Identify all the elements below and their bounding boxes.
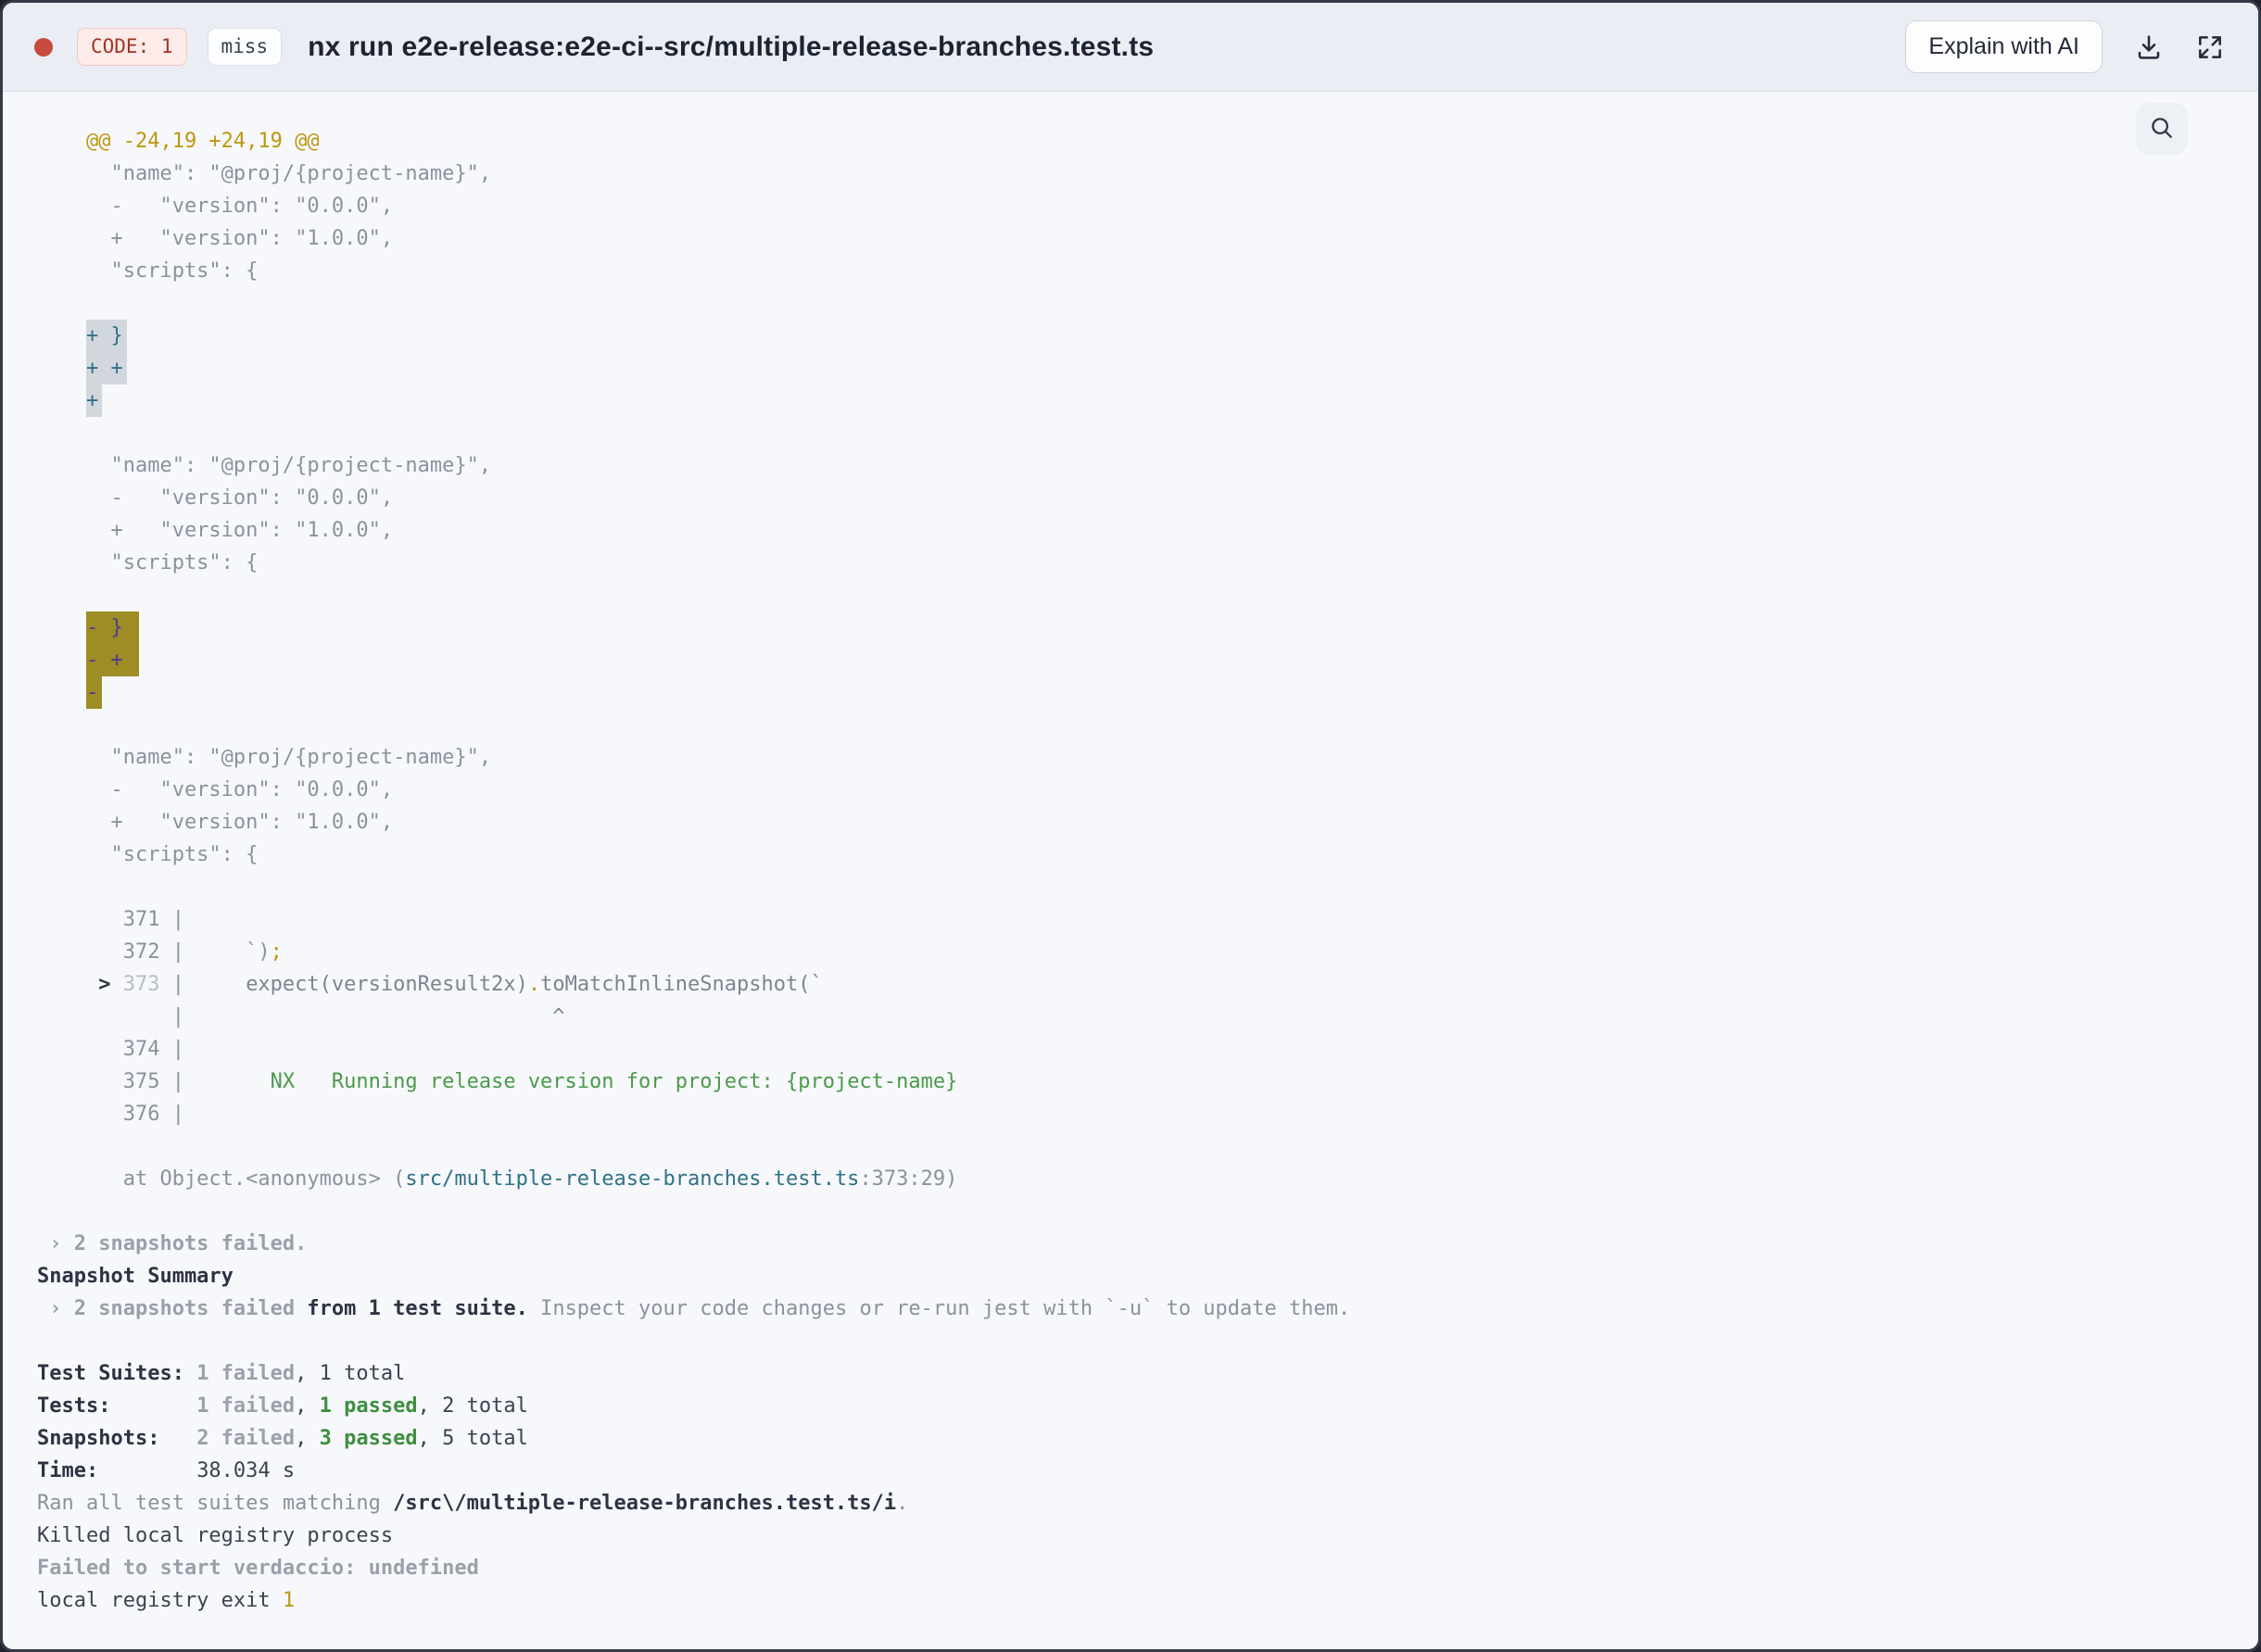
terminal-line: +: [37, 385, 2258, 417]
terminal-line: + "version": "1.0.0",: [37, 519, 394, 542]
log-body: @@ -24,19 +24,19 @@ "name": "@proj/{proj…: [3, 92, 2258, 1649]
terminal-line: Killed local registry process: [37, 1524, 394, 1547]
fullscreen-icon: [2195, 32, 2225, 62]
terminal-line: "scripts": {: [37, 843, 259, 866]
terminal-line: | ^: [37, 1005, 565, 1028]
cache-miss-badge: miss: [207, 28, 283, 66]
terminal-line: Failed to start verdaccio: undefined: [37, 1557, 479, 1580]
terminal-line: + +: [37, 352, 2258, 385]
terminal-line: Snapshot Summary: [37, 1265, 234, 1288]
download-log-button[interactable]: [2134, 32, 2164, 62]
terminal-output: @@ -24,19 +24,19 @@ "name": "@proj/{proj…: [3, 92, 2258, 1617]
terminal-line: - +: [37, 644, 2258, 676]
download-icon: [2134, 32, 2164, 62]
terminal-line: - "version": "0.0.0",: [37, 486, 394, 510]
terminal-line: Snapshots: 2 failed, 3 passed, 5 total: [37, 1427, 528, 1450]
terminal-line: - "version": "0.0.0",: [37, 195, 394, 218]
terminal-line: - "version": "0.0.0",: [37, 778, 394, 801]
exit-code-badge: CODE: 1: [77, 28, 187, 66]
terminal-line: "scripts": {: [37, 551, 259, 574]
terminal-line: "name": "@proj/{project-name}",: [37, 746, 492, 769]
terminal-line: Tests: 1 failed, 1 passed, 2 total: [37, 1394, 528, 1418]
search-icon: [2148, 114, 2176, 145]
terminal-line: local registry exit 1: [37, 1589, 296, 1612]
terminal-line: at Object.<anonymous> (src/multiple-rele…: [37, 1167, 958, 1191]
terminal-line: Ran all test suites matching /src\/multi…: [37, 1492, 909, 1515]
terminal-line: + "version": "1.0.0",: [37, 227, 394, 250]
search-log-button[interactable]: [2136, 103, 2188, 155]
terminal-line: + }: [37, 320, 2258, 352]
terminal-line: + "version": "1.0.0",: [37, 811, 394, 834]
terminal-line: 376 |: [37, 1103, 184, 1126]
header-actions: Explain with AI: [1905, 20, 2225, 73]
terminal-line: - }: [37, 612, 2258, 644]
terminal-line: 374 |: [37, 1038, 184, 1061]
terminal-line: Time: 38.034 s: [37, 1459, 296, 1482]
fullscreen-button[interactable]: [2195, 32, 2225, 62]
status-dot: [34, 37, 53, 57]
terminal-line: › 2 snapshots failed from 1 test suite. …: [37, 1297, 1351, 1320]
terminal-line: 375 | NX Running release version for pro…: [37, 1070, 958, 1093]
task-title: nx run e2e-release:e2e-ci--src/multiple-…: [308, 31, 1155, 62]
header-bar: CODE: 1 miss nx run e2e-release:e2e-ci--…: [3, 3, 2258, 92]
terminal-line: › 2 snapshots failed.: [37, 1232, 308, 1255]
terminal-line: -: [37, 676, 2258, 709]
terminal-line: > 373 | expect(versionResult2x).toMatchI…: [37, 973, 823, 996]
log-viewer-window: CODE: 1 miss nx run e2e-release:e2e-ci--…: [0, 0, 2261, 1652]
terminal-line: "scripts": {: [37, 259, 259, 283]
terminal-line: 371 |: [37, 908, 184, 931]
terminal-line: 372 | `);: [37, 940, 283, 964]
terminal-line: @@ -24,19 +24,19 @@: [37, 130, 320, 153]
terminal-line: "name": "@proj/{project-name}",: [37, 454, 492, 477]
terminal-line: Test Suites: 1 failed, 1 total: [37, 1362, 406, 1385]
terminal-line: "name": "@proj/{project-name}",: [37, 162, 492, 185]
explain-with-ai-button[interactable]: Explain with AI: [1905, 20, 2103, 73]
